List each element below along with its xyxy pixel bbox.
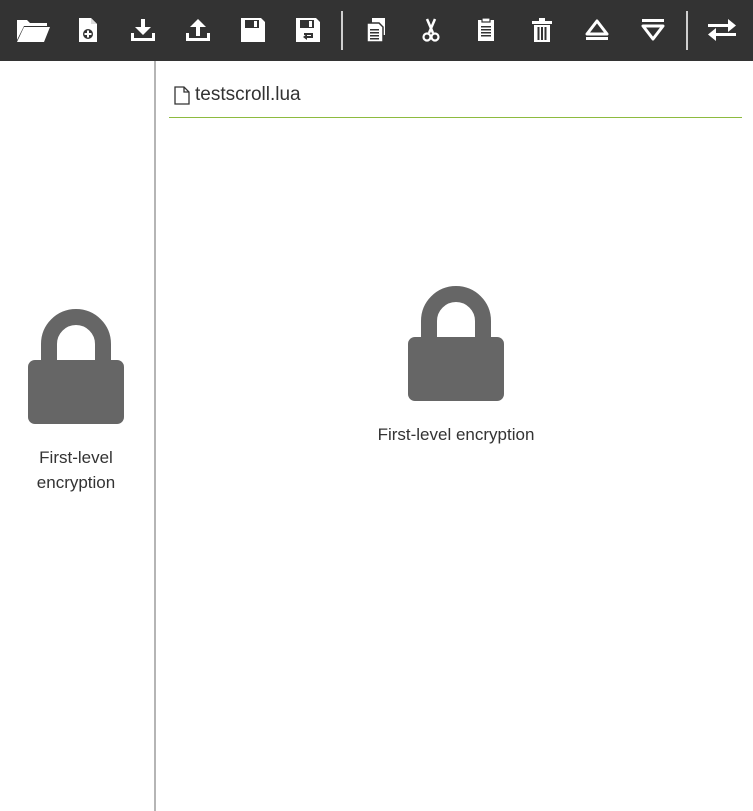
folder-open-icon xyxy=(17,20,50,42)
lock-icon xyxy=(408,286,504,401)
open-folder-button[interactable] xyxy=(11,8,55,52)
file-header: testscroll.lua xyxy=(169,79,742,118)
insert-button[interactable] xyxy=(631,8,675,52)
eject-button[interactable] xyxy=(575,8,619,52)
toolbar xyxy=(0,0,753,61)
paste-button[interactable] xyxy=(464,8,508,52)
file-plus-icon xyxy=(79,18,97,42)
download-icon xyxy=(131,19,155,41)
floppy-disk-icon xyxy=(241,18,265,42)
transfer-button[interactable] xyxy=(700,8,744,52)
file-name: testscroll.lua xyxy=(195,84,301,105)
clipboard-icon xyxy=(478,17,494,41)
new-file-button[interactable] xyxy=(66,8,110,52)
upload-icon xyxy=(186,19,210,41)
floppy-disk-arrow-icon xyxy=(296,18,320,42)
eject-icon xyxy=(585,19,609,40)
sidebar: First-level encryption xyxy=(0,61,156,811)
delete-button[interactable] xyxy=(520,8,564,52)
lock-icon xyxy=(28,309,124,424)
sidebar-caption: First-level encryption xyxy=(36,448,116,492)
save-button[interactable] xyxy=(231,8,275,52)
cut-button[interactable] xyxy=(409,8,453,52)
scissors-icon xyxy=(422,18,440,42)
copy-icon xyxy=(366,18,385,43)
toolbar-separator xyxy=(341,11,343,50)
insert-icon xyxy=(641,19,665,41)
main-caption: First-level encryption xyxy=(377,425,535,444)
swap-arrows-icon xyxy=(708,19,736,41)
main-panel: testscroll.lua First-level encryption xyxy=(156,61,753,811)
download-button[interactable] xyxy=(121,8,165,52)
file-outline-icon xyxy=(174,86,190,105)
toolbar-separator xyxy=(686,11,688,50)
trash-icon xyxy=(532,18,552,42)
copy-button[interactable] xyxy=(354,8,398,52)
save-as-button[interactable] xyxy=(286,8,330,52)
upload-button[interactable] xyxy=(176,8,220,52)
